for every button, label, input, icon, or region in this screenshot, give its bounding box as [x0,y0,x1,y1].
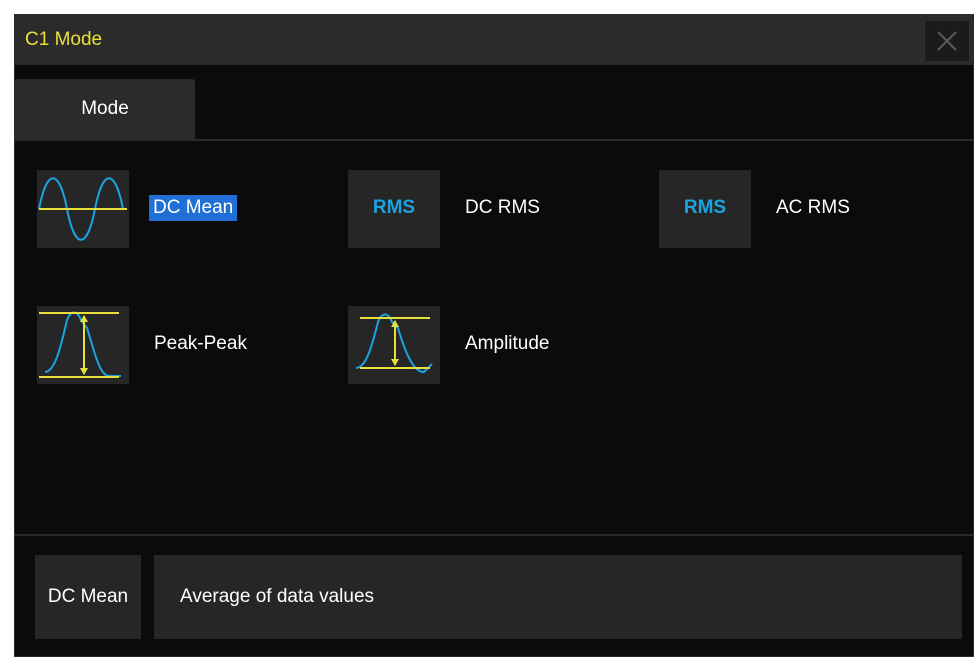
close-button[interactable] [925,21,969,61]
amplitude-icon [348,306,440,384]
option-label: Peak-Peak [154,333,247,354]
peak-peak-icon [37,306,129,384]
rms-icon: RMS [348,170,440,248]
rms-icon-text: RMS [372,197,416,218]
option-dc-mean[interactable]: DC Mean [37,170,297,248]
option-amplitude[interactable]: Amplitude [348,306,608,384]
description-text: Average of data values [180,586,375,607]
close-icon [937,31,957,51]
rms-icon-text: RMS [683,197,727,218]
option-label: AC RMS [776,197,850,218]
option-peak-peak[interactable]: Peak-Peak [37,306,297,384]
description-name-box: DC Mean [35,555,141,639]
description-name: DC Mean [47,586,129,607]
dialog-title: C1 Mode [25,29,103,50]
tab-mode[interactable]: Mode [15,79,195,139]
option-label: DC RMS [465,197,540,218]
mode-dialog: C1 Mode Mode DC Mean RMS DC RMS RMS AC R… [14,14,974,657]
option-dc-rms[interactable]: RMS DC RMS [348,170,608,248]
option-ac-rms[interactable]: RMS AC RMS [659,170,919,248]
tab-mode-label: Mode [81,98,129,119]
option-label: DC Mean [149,195,238,221]
rms-icon: RMS [659,170,751,248]
description-divider [15,534,973,536]
dialog-titlebar: C1 Mode [15,15,973,65]
sine-wave-icon [37,170,129,248]
description-text-box: Average of data values [154,555,962,639]
option-label: Amplitude [465,333,550,354]
tab-divider [15,139,973,141]
